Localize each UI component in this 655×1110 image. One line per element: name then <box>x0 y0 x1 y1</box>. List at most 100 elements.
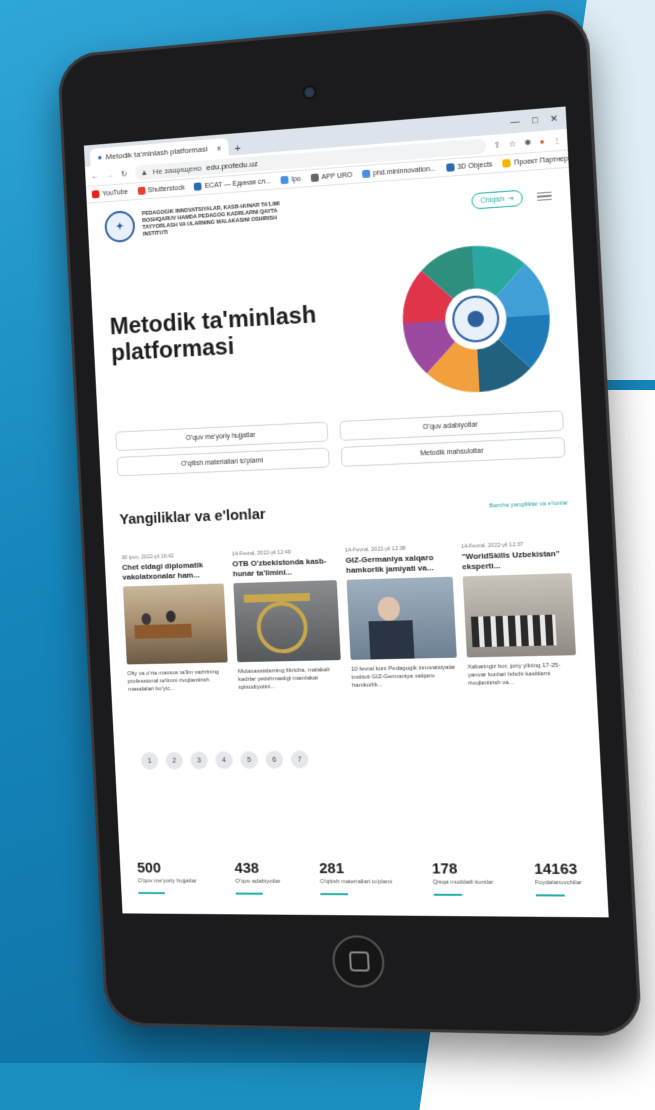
tablet-screen: ● Metodik ta'minlash platformasi x + — □… <box>84 107 609 918</box>
page-button[interactable]: 3 <box>190 751 208 769</box>
bookmark[interactable]: APP URO <box>310 171 352 182</box>
bookmark[interactable]: phd.mininnovation... <box>362 165 436 179</box>
camera-icon <box>304 87 314 98</box>
page-button[interactable]: 5 <box>240 751 258 769</box>
globe-icon: ● <box>97 152 102 161</box>
methodical-products-button[interactable]: Metodik mahsulotlar <box>341 437 566 467</box>
news-description: Oliy va o'rta maxsus ta'lim vazirining p… <box>127 668 229 701</box>
bookmark[interactable]: Shutterstock <box>137 184 185 195</box>
stat-underline <box>236 893 263 895</box>
page-button[interactable]: 2 <box>165 752 183 770</box>
ecat-icon <box>194 182 202 190</box>
page-button[interactable]: 6 <box>265 751 283 769</box>
menu-icon[interactable] <box>537 191 552 201</box>
tab-title: Metodik ta'minlash platformasi <box>106 144 208 161</box>
home-icon <box>349 951 370 971</box>
back-icon[interactable]: ← <box>91 171 99 180</box>
security-label: Не защищено <box>152 163 201 176</box>
page-button[interactable]: 1 <box>141 752 159 770</box>
minimize-button[interactable]: — <box>510 116 520 128</box>
news-card[interactable]: 14-Fevral, 2022-yil 12:49 OTB O'zbekisto… <box>232 548 343 700</box>
app-icon <box>310 173 318 182</box>
news-description: Mutaxassislarning fikricha, malakali kad… <box>238 666 343 700</box>
news-card[interactable]: 14-Fevral, 2022-yil 12:38 GIZ-Germaniya … <box>345 544 459 698</box>
bookmark[interactable]: Ipo <box>280 175 301 184</box>
home-button[interactable] <box>331 935 385 988</box>
normative-docs-button[interactable]: O'quv me'yoriy hujjatlar <box>115 422 328 452</box>
pagination: 1 2 3 4 5 6 7 <box>141 748 582 770</box>
document-categories: O'quv me'yoriy hujjatlar O'quv adabiyotl… <box>115 410 565 476</box>
3d-objects-icon <box>446 163 455 172</box>
institute-logo[interactable]: ✦ <box>104 210 136 243</box>
warning-icon: ▲ <box>140 167 148 176</box>
news-header: Yangiliklar va e'lonlar Barcha yangilikl… <box>119 494 568 528</box>
share-icon[interactable]: ⇪ <box>493 140 500 150</box>
institute-name: PEDAGOGIK INNOVATSIYALAR, KASB-HUNAR TA'… <box>142 201 287 239</box>
phd-icon <box>362 170 370 179</box>
extensions-icon[interactable]: ✱ <box>524 137 531 147</box>
stat-underline <box>138 892 165 894</box>
login-button[interactable]: Chiqish ⇥ <box>471 190 523 210</box>
stat-item: 14163 Foydalanuvchilar <box>534 861 583 897</box>
news-title[interactable]: Chet eldagi diplomatik vakolatxonalar ha… <box>122 560 224 583</box>
stat-underline <box>535 894 564 896</box>
bookmark[interactable]: YouTube <box>92 188 128 198</box>
news-title[interactable]: "WorldSkills Uzbekistan" eksperti... <box>461 549 571 573</box>
bookmark[interactable]: ECAT — Единая сл... <box>194 177 271 191</box>
exit-icon: ⇥ <box>507 194 513 203</box>
stat-underline <box>433 894 461 896</box>
all-news-link[interactable]: Barcha yangiliklar va e'lonlar <box>489 500 568 509</box>
teaching-materials-button[interactable]: O'qitish materiallari to'plami <box>116 447 329 476</box>
stat-underline <box>321 893 349 895</box>
tablet-device: ● Metodik ta'minlash platformasi x + — □… <box>0 0 655 1063</box>
news-image[interactable] <box>463 573 576 657</box>
forward-icon[interactable]: → <box>106 170 114 179</box>
news-title[interactable]: GIZ-Germaniya xalqaro hamkorlik jamiyati… <box>345 552 452 575</box>
news-description: Xabaringiz bor, joriy yilning 17-25-yanv… <box>467 661 578 696</box>
close-icon[interactable]: x <box>217 143 221 152</box>
page-button[interactable]: 4 <box>215 751 233 769</box>
stat-value: 438 <box>234 860 280 877</box>
new-tab-button[interactable]: + <box>234 143 241 155</box>
stat-label: O'quv me'yoriy hujjatlar <box>138 878 197 884</box>
profile-icon[interactable]: ● <box>539 136 544 146</box>
stat-value: 14163 <box>534 861 582 879</box>
stat-value: 178 <box>432 860 493 877</box>
bookmark[interactable]: Проект Партнер... <box>502 154 568 168</box>
stat-item: 438 O'quv adabiyotlar <box>234 860 281 895</box>
stat-label: Qisqa muddatli kurslar <box>433 880 494 886</box>
news-grid: 30 iyun, 2022-yil 16:42 Chet eldagi dipl… <box>121 540 578 701</box>
stat-label: O'qitish materiallari to'plami <box>320 879 393 885</box>
stat-value: 500 <box>137 860 197 877</box>
ipo-icon <box>280 176 288 185</box>
star-icon[interactable]: ☆ <box>509 139 517 149</box>
maximize-button[interactable]: □ <box>532 115 538 127</box>
hero-title: Metodik ta'minlash platformasi <box>109 299 352 366</box>
hero-section: Metodik ta'minlash platformasi <box>107 232 563 418</box>
news-card[interactable]: 14-Fevral, 2022-yil 12:37 "WorldSkills U… <box>461 540 578 696</box>
bookmark[interactable]: 3D Objects <box>446 160 493 172</box>
literature-button[interactable]: O'quv adabiyotlar <box>339 410 564 441</box>
url-text[interactable]: edu.profedu.uz <box>206 159 258 172</box>
news-image[interactable] <box>347 577 457 660</box>
news-heading: Yangiliklar va e'lonlar <box>119 506 266 528</box>
close-window-button[interactable]: ✕ <box>550 113 558 125</box>
news-card[interactable]: 30 iyun, 2022-yil 16:42 Chet eldagi dipl… <box>121 552 229 702</box>
folder-icon <box>502 159 511 168</box>
stat-value: 281 <box>319 860 392 877</box>
stat-label: Foydalanuvchilar <box>535 880 582 886</box>
tablet-frame: ● Metodik ta'minlash platformasi x + — □… <box>57 7 642 1037</box>
shutterstock-icon <box>137 187 145 195</box>
news-description: 10 fevral kuni Pedagogik innovatsiyalar … <box>351 664 459 698</box>
stat-label: O'quv adabiyotlar <box>235 879 280 885</box>
news-image[interactable] <box>233 580 340 662</box>
website: ✦ PEDAGOGIK INNOVATSIYALAR, KASB-HUNAR T… <box>87 168 608 897</box>
stat-item: 178 Qisqa muddatli kurslar <box>432 860 494 896</box>
page-button[interactable]: 7 <box>290 750 309 768</box>
news-title[interactable]: OTB O'zbekistonda kasb-hunar ta'limini..… <box>232 556 336 579</box>
stat-item: 500 O'quv me'yoriy hujjatlar <box>137 860 198 895</box>
statistics: 500 O'quv me'yoriy hujjatlar 438 O'quv a… <box>137 860 589 897</box>
more-icon[interactable]: ⋮ <box>553 135 562 145</box>
news-image[interactable] <box>123 583 228 664</box>
reload-icon[interactable]: ↻ <box>121 169 128 178</box>
